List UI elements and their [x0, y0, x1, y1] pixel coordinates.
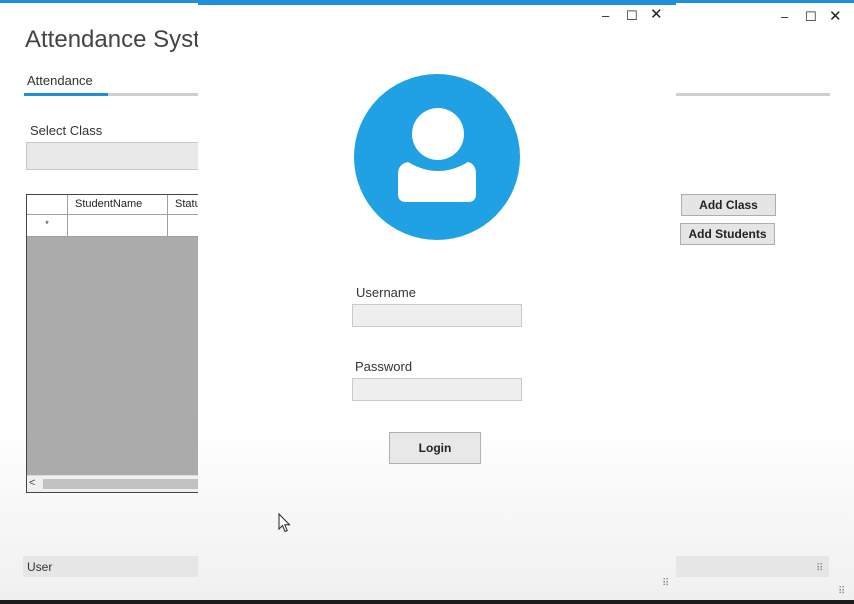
status-text: User [27, 560, 53, 574]
close-icon[interactable]: ✕ [650, 7, 663, 22]
password-label: Password [355, 359, 413, 374]
resize-grip-icon[interactable]: ⠿ [662, 578, 669, 589]
username-label: Username [356, 285, 416, 300]
user-avatar-icon [354, 74, 520, 240]
resize-grip-icon[interactable]: ⠿ [816, 563, 823, 574]
username-input[interactable] [352, 304, 522, 327]
grid-header-corner [27, 195, 68, 215]
attendance-grid[interactable]: StudentName Status * < [26, 194, 216, 493]
class-dropdown[interactable]: ▼ [26, 142, 216, 170]
maximize-icon[interactable]: ☐ [626, 9, 638, 23]
minimize-icon[interactable]: – [602, 9, 609, 23]
tab-attendance[interactable]: Attendance [27, 73, 93, 88]
grid-header-studentname[interactable]: StudentName [68, 195, 168, 215]
grid-cell-studentname[interactable] [68, 215, 168, 237]
add-students-button[interactable]: Add Students [680, 223, 775, 245]
maximize-icon[interactable]: ☐ [805, 10, 817, 24]
close-icon[interactable]: ✕ [829, 9, 842, 24]
tab-track-right [676, 93, 830, 96]
grid-horizontal-scrollbar[interactable]: < [27, 475, 215, 492]
login-button[interactable]: Login [389, 432, 481, 464]
chevron-left-icon[interactable]: < [29, 477, 35, 489]
grid-new-row-marker[interactable]: * [27, 215, 68, 237]
mouse-pointer-icon [278, 513, 291, 533]
add-class-button[interactable]: Add Class [681, 194, 776, 216]
tab-active-indicator [24, 93, 108, 96]
scrollbar-thumb[interactable] [43, 479, 213, 489]
resize-grip-icon[interactable]: ⠿ [838, 586, 845, 597]
password-input[interactable] [352, 378, 522, 401]
taskbar-strip [0, 600, 854, 604]
select-class-label: Select Class [30, 123, 103, 138]
minimize-icon[interactable]: – [781, 10, 788, 24]
login-dialog: – ☐ ✕ Username Password Login ⠿ [198, 0, 676, 600]
login-accent-bar [198, 0, 676, 5]
